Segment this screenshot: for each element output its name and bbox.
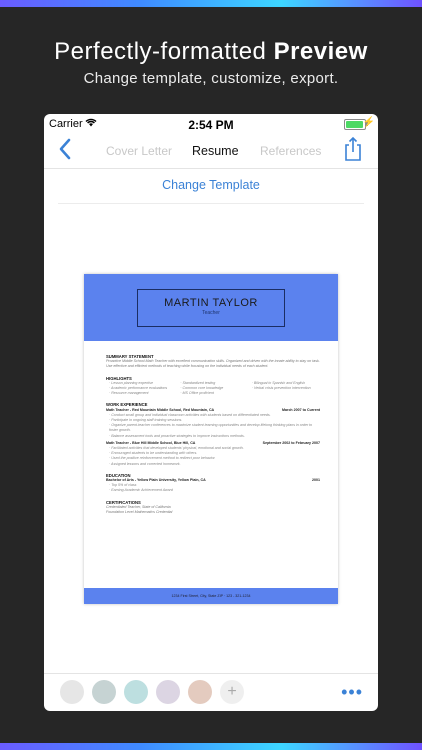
share-icon bbox=[345, 136, 361, 161]
top-gradient-bar bbox=[0, 0, 422, 7]
phone-screen: Carrier 2:54 PM ⚡ Cover Letter Resume Re… bbox=[44, 114, 378, 711]
job-bullet: · Organize parent-teacher conferences to… bbox=[109, 423, 313, 433]
summary-text: Proactive Middle School Math Teacher wit… bbox=[106, 359, 320, 369]
hero-title: Perfectly-formatted Preview bbox=[54, 38, 368, 65]
resume-name: MARTIN TAYLOR bbox=[164, 297, 258, 309]
job-bullet: · Assigned lessons and corrected homewor… bbox=[109, 461, 181, 466]
chevron-left-icon bbox=[59, 138, 71, 160]
color-swatch-5[interactable] bbox=[188, 680, 212, 704]
share-button[interactable] bbox=[344, 136, 366, 162]
nav-divider bbox=[44, 168, 378, 169]
color-swatch-1[interactable] bbox=[60, 680, 84, 704]
color-swatches: + bbox=[60, 680, 244, 704]
toolbar-divider bbox=[44, 673, 378, 674]
resume-role: Teacher bbox=[202, 310, 220, 316]
edu-bullet: · Earning Academic Achievement Award bbox=[109, 488, 173, 493]
highlights-list: · Lesson planning expertise · Academic p… bbox=[106, 381, 320, 397]
hero-subtitle: Change template, customize, export. bbox=[83, 70, 339, 87]
status-time: 2:54 PM bbox=[188, 118, 234, 132]
highlight-item: · MS Office proficient bbox=[180, 391, 214, 396]
highlight-item: · Resource management bbox=[109, 391, 149, 396]
tab-cover-letter[interactable]: Cover Letter bbox=[106, 144, 172, 158]
name-box: MARTIN TAYLOR Teacher bbox=[137, 289, 285, 327]
tab-references[interactable]: References bbox=[260, 144, 321, 158]
charging-bolt-icon: ⚡ bbox=[362, 117, 375, 128]
template-divider bbox=[58, 203, 364, 204]
resume-body: SUMMARY STATEMENT Proactive Middle Schoo… bbox=[106, 354, 320, 515]
highlight-item: · Verbal crisis prevention intervention bbox=[251, 386, 311, 391]
resume-footer: 1234 First Street, City, State ZIP · 123… bbox=[84, 588, 338, 604]
resume-preview: MARTIN TAYLOR Teacher SUMMARY STATEMENT … bbox=[84, 274, 338, 604]
resume-header: MARTIN TAYLOR Teacher bbox=[84, 274, 338, 341]
back-button[interactable] bbox=[58, 138, 82, 164]
color-swatch-3[interactable] bbox=[124, 680, 148, 704]
cert-item: Foundation Level Mathematics Credential bbox=[106, 510, 173, 515]
tab-resume[interactable]: Resume bbox=[192, 144, 239, 158]
color-swatch-2[interactable] bbox=[92, 680, 116, 704]
bottom-gradient-bar bbox=[0, 743, 422, 750]
job-bullet: · Balance assessment tools and proactive… bbox=[109, 433, 245, 438]
color-swatch-4[interactable] bbox=[156, 680, 180, 704]
navigation-bar: Cover Letter Resume References bbox=[44, 136, 378, 166]
add-color-button[interactable]: + bbox=[220, 680, 244, 704]
status-bar: Carrier 2:54 PM ⚡ bbox=[44, 114, 378, 134]
more-options-button[interactable]: ••• bbox=[341, 682, 363, 703]
change-template-button[interactable]: Change Template bbox=[44, 178, 378, 192]
